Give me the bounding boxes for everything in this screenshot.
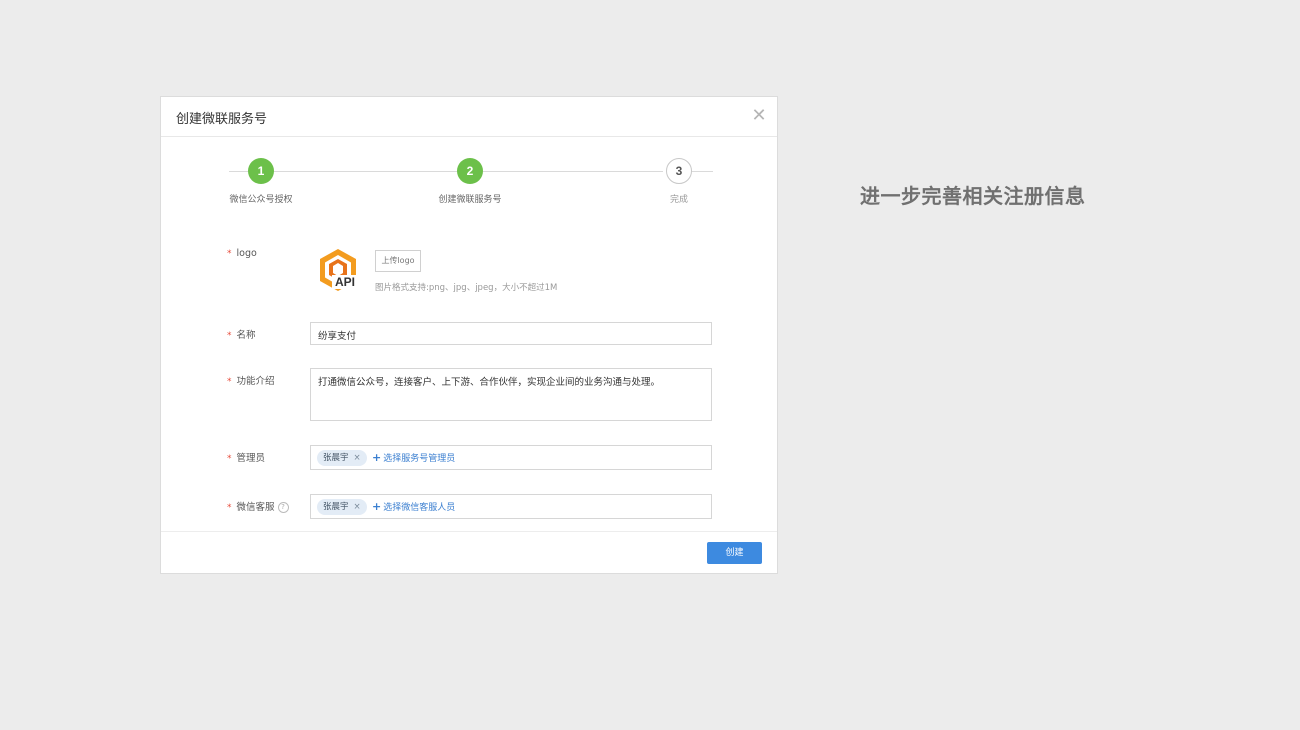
upload-logo-button[interactable]: 上传logo xyxy=(375,250,421,272)
step-1-label: 微信公众号授权 xyxy=(229,195,293,205)
add-admin-link[interactable]: + 选择服务号管理员 xyxy=(372,451,455,464)
step-3-circle: 3 xyxy=(666,158,692,184)
admin-picker[interactable]: 张晨宇 × + 选择服务号管理员 xyxy=(310,445,712,470)
admin-tag: 张晨宇 × xyxy=(317,450,367,466)
required-mark: * xyxy=(227,249,232,259)
intro-label: * 功能介绍 xyxy=(227,376,275,387)
required-mark: * xyxy=(227,377,232,387)
step-2-label: 创建微联服务号 xyxy=(438,195,502,205)
dialog-footer: 创建 xyxy=(161,531,777,573)
plus-icon: + xyxy=(372,451,382,464)
create-service-dialog: 创建微联服务号 ✕ 1 微信公众号授权 2 创建微联服务号 3 完成 * logo… xyxy=(160,96,778,574)
required-mark: * xyxy=(227,503,232,513)
dialog-title: 创建微联服务号 xyxy=(176,112,268,127)
customer-service-label: * 微信客服? xyxy=(227,499,289,513)
name-label: * 名称 xyxy=(227,330,256,341)
admin-label: * 管理员 xyxy=(227,453,266,464)
intro-textarea[interactable]: 打通微信公众号，连接客户、上下游、合作伙伴，实现企业间的业务沟通与处理。 xyxy=(310,368,712,421)
upload-hint: 图片格式支持:png、jpg、jpeg，大小不超过1M xyxy=(375,283,558,293)
help-icon[interactable]: ? xyxy=(277,502,289,513)
slide-caption: 进一步完善相关注册信息 xyxy=(860,184,1086,208)
add-customer-service-link[interactable]: + 选择微信客服人员 xyxy=(372,500,455,513)
name-input[interactable]: 纷享支付 xyxy=(310,322,712,345)
required-mark: * xyxy=(227,331,232,341)
step-connector xyxy=(483,171,663,172)
create-button[interactable]: 创建 xyxy=(707,542,762,564)
dialog-header: 创建微联服务号 ✕ xyxy=(161,97,777,137)
remove-tag-icon[interactable]: × xyxy=(354,502,361,512)
step-1-circle: 1 xyxy=(248,158,274,184)
svg-text:API: API xyxy=(335,275,355,289)
remove-tag-icon[interactable]: × xyxy=(354,453,361,463)
close-icon[interactable]: ✕ xyxy=(749,106,769,126)
logo-label: * logo xyxy=(227,248,257,259)
customer-service-picker[interactable]: 张晨宇 × + 选择微信客服人员 xyxy=(310,494,712,519)
logo-image: API xyxy=(316,247,360,295)
plus-icon: + xyxy=(372,500,382,513)
step-3-label: 完成 xyxy=(669,195,688,205)
required-mark: * xyxy=(227,454,232,464)
step-2-circle: 2 xyxy=(457,158,483,184)
customer-service-tag: 张晨宇 × xyxy=(317,499,367,515)
step-connector xyxy=(691,171,713,172)
